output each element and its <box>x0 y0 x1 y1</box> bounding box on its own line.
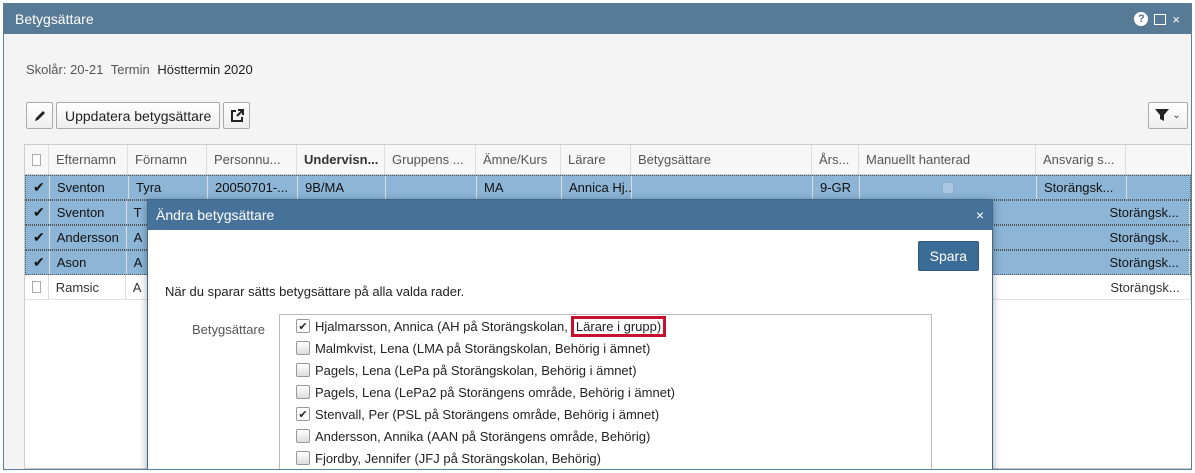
row-checkbox[interactable] <box>32 281 41 293</box>
school-year-term: Skolår: 20-21 Termin Hösttermin 2020 <box>26 62 257 77</box>
chevron-down-icon: ⌄ <box>1172 110 1181 121</box>
option-label: Malmkvist, Lena (LMA på Storängskolan, B… <box>315 340 651 356</box>
option-checkbox[interactable]: ✔ <box>296 319 310 333</box>
option-checkbox[interactable] <box>296 363 310 377</box>
option-label: Hjalmarsson, Annica (AH på Storängskolan… <box>315 318 568 334</box>
grader-option[interactable]: ✔ Hjalmarsson, Annica (AH på Storängskol… <box>280 315 931 337</box>
school-year-label: Skolår: 20-21 <box>26 62 104 77</box>
table-cell: Storängsk... <box>1103 275 1191 299</box>
save-button[interactable]: Spara <box>917 241 979 271</box>
grader-option[interactable]: Pagels, Lena (LePa på Storängskolan, Beh… <box>280 359 931 381</box>
filter-button[interactable]: ⌄ <box>1148 102 1188 129</box>
table-cell: 20050701-... <box>208 176 298 199</box>
table-cell: Ason <box>50 251 127 274</box>
grader-window: Betygsättare ? × Skolår: 20-21 Termin Hö… <box>3 3 1192 470</box>
table-cell: Sventon <box>50 176 129 199</box>
window-titlebar: Betygsättare ? × <box>4 4 1191 34</box>
edit-button[interactable] <box>26 102 53 129</box>
table-cell: MA <box>477 176 562 199</box>
option-label: Stenvall, Per (PSL på Storängens område,… <box>315 406 660 422</box>
option-label: Andersson, Annika (AAN på Storängens omr… <box>315 428 651 444</box>
column-header[interactable]: Undervisn... <box>297 145 385 174</box>
table-cell: Storängsk... <box>1102 201 1190 224</box>
grader-option[interactable]: Malmkvist, Lena (LMA på Storängskolan, B… <box>280 337 931 359</box>
close-icon[interactable]: × <box>976 207 984 223</box>
option-checkbox[interactable] <box>296 429 310 443</box>
option-role-highlight: Lärare i grupp) <box>570 315 667 337</box>
option-label: Fjordby, Jennifer (JFJ på Storängskolan,… <box>315 450 601 466</box>
grader-option[interactable]: Fjordby, Jennifer (JFJ på Storängskolan,… <box>280 447 931 469</box>
close-icon[interactable]: × <box>1172 12 1180 27</box>
column-header[interactable]: Gruppens ... <box>385 145 476 174</box>
column-header[interactable]: Ämne/Kurs <box>476 145 561 174</box>
term-label: Termin <box>110 62 150 77</box>
option-checkbox[interactable]: ✔ <box>296 407 310 421</box>
table-cell: Ramsic <box>49 275 126 299</box>
grader-option[interactable]: Andersson, Annika (AAN på Storängens omr… <box>280 425 931 447</box>
option-checkbox[interactable] <box>296 341 310 355</box>
grader-listbox[interactable]: ✔ Hjalmarsson, Annica (AH på Storängskol… <box>279 314 932 469</box>
select-all-checkbox[interactable] <box>25 145 49 174</box>
check-icon[interactable]: ✔ <box>33 229 45 246</box>
check-icon[interactable]: ✔ <box>33 204 45 221</box>
table-cell <box>386 176 477 199</box>
table-cell: Sventon <box>50 201 127 224</box>
table-cell: Tyra <box>129 176 208 199</box>
help-icon[interactable]: ? <box>1134 12 1149 26</box>
pencil-icon <box>34 110 45 121</box>
grader-option[interactable]: ✔ Stenvall, Per (PSL på Storängens områd… <box>280 403 931 425</box>
grader-option[interactable]: Pagels, Lena (LePa2 på Storängens område… <box>280 381 931 403</box>
column-header[interactable]: Manuellt hanterad <box>859 145 1036 174</box>
table-cell: Storängsk... <box>1037 176 1127 199</box>
export-icon <box>230 108 244 122</box>
option-checkbox[interactable] <box>296 451 310 465</box>
check-icon[interactable]: ✔ <box>33 179 45 196</box>
dialog-notice: När du sparar sätts betygsättare på alla… <box>165 284 465 299</box>
column-header[interactable]: Personnu... <box>207 145 297 174</box>
table-cell: Annica Hj... <box>562 176 632 199</box>
table-cell: Storängsk... <box>1102 226 1190 249</box>
term-value: Hösttermin 2020 <box>157 62 253 77</box>
option-label: Pagels, Lena (LePa2 på Storängens område… <box>315 384 675 400</box>
dialog-titlebar: Ändra betygsättare × <box>148 200 992 230</box>
column-header[interactable]: Efternamn <box>49 145 128 174</box>
check-icon[interactable]: ✔ <box>33 254 45 271</box>
column-header[interactable]: Års... <box>812 145 859 174</box>
filter-icon <box>1155 109 1170 121</box>
column-header[interactable]: Förnamn <box>128 145 207 174</box>
update-graders-button[interactable]: Uppdatera betygsättare <box>56 102 221 129</box>
column-header[interactable]: Lärare <box>561 145 631 174</box>
dialog-title: Ändra betygsättare <box>156 207 275 223</box>
grader-field-label: Betygsättare <box>192 322 265 337</box>
column-header[interactable]: Betygsättare <box>631 145 812 174</box>
table-row[interactable]: ✔ Sventon Tyra 20050701-... 9B/MA MA Ann… <box>25 175 1191 200</box>
change-grader-dialog: Ändra betygsättare × Spara När du sparar… <box>147 199 993 469</box>
table-cell: 9-GR <box>813 176 860 199</box>
maximize-icon[interactable] <box>1154 13 1167 25</box>
option-checkbox[interactable] <box>296 385 310 399</box>
column-header[interactable]: Ansvarig s... <box>1036 145 1126 174</box>
table-cell: Storängsk... <box>1102 251 1190 274</box>
table-header: Efternamn Förnamn Personnu... Undervisn.… <box>25 145 1191 175</box>
export-button[interactable] <box>223 102 251 129</box>
toolbar: Uppdatera betygsättare <box>26 102 251 129</box>
option-label: Pagels, Lena (LePa på Storängskolan, Beh… <box>315 362 637 378</box>
table-cell: Andersson <box>50 226 127 249</box>
window-title: Betygsättare <box>15 11 94 27</box>
table-cell: 9B/MA <box>298 176 386 199</box>
manual-checkbox[interactable] <box>860 176 1037 199</box>
table-cell <box>632 176 813 199</box>
